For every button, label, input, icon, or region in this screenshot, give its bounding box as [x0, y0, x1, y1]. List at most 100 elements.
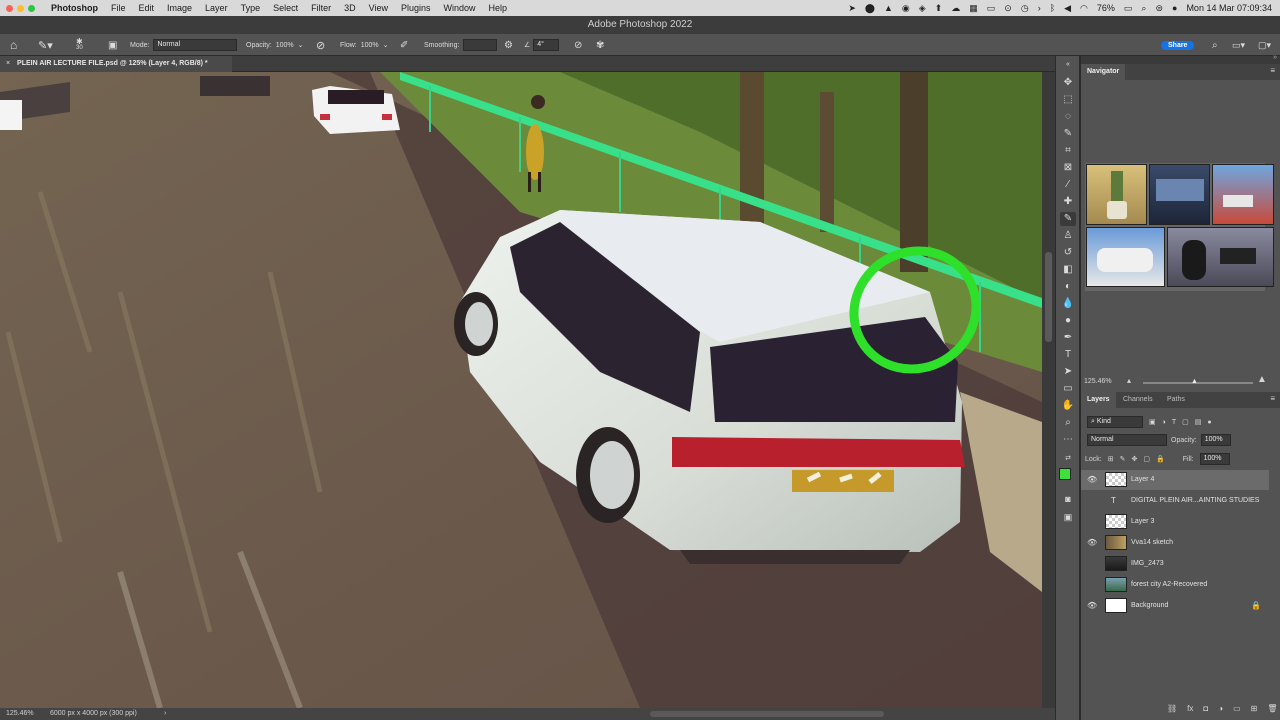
- angle-field[interactable]: 4°: [533, 39, 560, 51]
- flow-value[interactable]: 100%: [361, 42, 379, 49]
- close-icon[interactable]: ×: [6, 60, 10, 67]
- brush-tool-icon[interactable]: ✎: [1060, 212, 1076, 226]
- layer-row[interactable]: T DIGITAL PLEIN AIR...AINTING STUDIES: [1081, 491, 1269, 511]
- layer-filter-dropdown[interactable]: ⌕ Kind: [1087, 416, 1143, 428]
- search-icon[interactable]: ⌕: [1212, 34, 1218, 56]
- wifi-icon[interactable]: ◠: [1080, 3, 1088, 14]
- clock-datetime[interactable]: Mon 14 Mar 07:09:34: [1186, 3, 1272, 13]
- zoom-out-icon[interactable]: ▴: [1127, 376, 1131, 385]
- zoom-in-icon[interactable]: ▲: [1257, 374, 1267, 385]
- chevron-down-icon[interactable]: ⌄: [298, 41, 304, 49]
- screen-mode-icon[interactable]: ▣: [1060, 510, 1076, 524]
- move-tool-icon[interactable]: ✥: [1060, 76, 1076, 90]
- eye-icon[interactable]: 👁: [1087, 475, 1097, 484]
- menu-3d[interactable]: 3D: [344, 3, 356, 13]
- pressure-opacity-icon[interactable]: ⊘: [316, 34, 325, 56]
- zoom-level[interactable]: 125.46%: [6, 710, 34, 717]
- vertical-scrollbar[interactable]: [1042, 72, 1055, 708]
- vertical-scroll-thumb[interactable]: [1045, 252, 1052, 342]
- history-brush-tool-icon[interactable]: ↺: [1060, 246, 1076, 260]
- blur-tool-icon[interactable]: 💧: [1060, 297, 1076, 311]
- zoom-tool-icon[interactable]: ⌕: [1060, 416, 1076, 430]
- swap-colors-icon[interactable]: ⇄: [1060, 452, 1076, 466]
- document-info[interactable]: 6000 px x 4000 px (300 ppi): [50, 710, 137, 717]
- link-layers-icon[interactable]: ⛓: [1167, 704, 1177, 713]
- layer-row[interactable]: 👁 Vva14 sketch: [1081, 533, 1269, 553]
- document-canvas[interactable]: [0, 72, 1042, 708]
- layer-row[interactable]: IMG_2473: [1081, 554, 1269, 574]
- control-center-icon[interactable]: ⊜: [1155, 3, 1163, 14]
- menu-view[interactable]: View: [369, 3, 388, 13]
- menu-type[interactable]: Type: [241, 3, 261, 13]
- home-icon[interactable]: ⌂: [10, 34, 17, 56]
- siri-icon[interactable]: ●: [1172, 3, 1177, 13]
- more-tools-icon[interactable]: ⋯: [1060, 433, 1076, 447]
- navigator-zoom-slider[interactable]: ▲: [1143, 378, 1253, 385]
- layer-row[interactable]: forest city A2-Recovered: [1081, 575, 1269, 595]
- menu-layer[interactable]: Layer: [205, 3, 228, 13]
- chevron-down-icon[interactable]: ⌄: [383, 41, 389, 49]
- airbrush-icon[interactable]: ✐: [400, 34, 408, 56]
- layer-row[interactable]: 👁 Background 🔒: [1081, 596, 1269, 616]
- opacity-value[interactable]: 100%: [276, 42, 294, 49]
- grid-icon[interactable]: ▦: [969, 3, 978, 14]
- dodge-tool-icon[interactable]: ●: [1060, 314, 1076, 328]
- sound-icon[interactable]: ◀: [1064, 3, 1071, 14]
- new-group-icon[interactable]: ▭: [1233, 704, 1241, 713]
- cloud-icon[interactable]: ☁: [951, 3, 960, 14]
- arrange-icon[interactable]: ▢▾: [1258, 34, 1271, 56]
- navigator-preview[interactable]: [1085, 163, 1274, 291]
- tab-channels[interactable]: Channels: [1117, 392, 1159, 408]
- lock-transparency-icon[interactable]: ⊞: [1108, 455, 1114, 463]
- crop-tool-icon[interactable]: ⌗: [1060, 144, 1076, 158]
- menu-image[interactable]: Image: [167, 3, 192, 13]
- zoom-window-button[interactable]: [28, 4, 35, 12]
- fill-field[interactable]: 100%: [1199, 453, 1230, 465]
- menu-window[interactable]: Window: [444, 3, 476, 13]
- menu-filter[interactable]: Filter: [311, 3, 331, 13]
- minimize-window-button[interactable]: [17, 4, 24, 12]
- filter-type-icon[interactable]: T: [1172, 419, 1176, 426]
- quick-selection-tool-icon[interactable]: ✎: [1060, 127, 1076, 141]
- menu-plugins[interactable]: Plugins: [401, 3, 431, 13]
- path-selection-tool-icon[interactable]: ➤: [1060, 365, 1076, 379]
- mode-dropdown[interactable]: Normal: [153, 39, 238, 51]
- lock-position-icon[interactable]: ✥: [1131, 455, 1137, 463]
- filter-smart-object-icon[interactable]: ▤: [1195, 418, 1202, 426]
- chevron-right-icon[interactable]: ›: [1038, 3, 1041, 13]
- marquee-tool-icon[interactable]: ⬚: [1060, 93, 1076, 107]
- shield-icon[interactable]: ◉: [902, 3, 910, 14]
- pressure-size-icon[interactable]: ⊘: [574, 34, 582, 56]
- workspace-icon[interactable]: ▭▾: [1232, 34, 1245, 56]
- menu-app-photoshop[interactable]: Photoshop: [51, 3, 98, 13]
- layer-opacity-field[interactable]: 100%: [1200, 434, 1231, 446]
- display-icon[interactable]: ▭: [987, 3, 996, 14]
- close-window-button[interactable]: [6, 4, 13, 12]
- slider-handle-icon[interactable]: ▲: [1191, 378, 1198, 385]
- filter-toggle-icon[interactable]: ●: [1207, 419, 1211, 426]
- search-icon[interactable]: ⌕: [1141, 3, 1146, 14]
- healing-brush-tool-icon[interactable]: ✚: [1060, 195, 1076, 209]
- frame-tool-icon[interactable]: ⊠: [1060, 161, 1076, 175]
- clone-stamp-tool-icon[interactable]: ♙: [1060, 229, 1076, 243]
- type-tool-icon[interactable]: T: [1060, 348, 1076, 362]
- fx-icon[interactable]: fx: [1187, 704, 1193, 713]
- vlc-icon[interactable]: ▲: [884, 3, 893, 13]
- lock-artboard-icon[interactable]: ▢: [1143, 455, 1150, 463]
- eye-icon[interactable]: 👁: [1087, 601, 1097, 610]
- delete-layer-icon[interactable]: 🗑: [1267, 704, 1277, 713]
- layer-row[interactable]: Layer 3: [1081, 512, 1269, 532]
- tab-paths[interactable]: Paths: [1161, 392, 1191, 408]
- chevron-right-icon[interactable]: ›: [164, 710, 166, 717]
- brush-preset-picker[interactable]: ✱ 30: [76, 34, 83, 56]
- quick-mask-icon[interactable]: ◙: [1060, 492, 1076, 506]
- upload-icon[interactable]: ⬆: [935, 3, 943, 14]
- bluetooth-icon[interactable]: ᛒ: [1050, 3, 1055, 13]
- eraser-tool-icon[interactable]: ◧: [1060, 263, 1076, 277]
- blend-mode-dropdown[interactable]: Normal: [1087, 434, 1167, 446]
- tab-navigator[interactable]: Navigator: [1081, 64, 1126, 80]
- brush-settings-icon[interactable]: ▣: [108, 34, 117, 56]
- location-icon[interactable]: ➤: [848, 3, 856, 14]
- clock-icon[interactable]: ◷: [1021, 3, 1029, 14]
- share-button[interactable]: Share: [1161, 40, 1195, 50]
